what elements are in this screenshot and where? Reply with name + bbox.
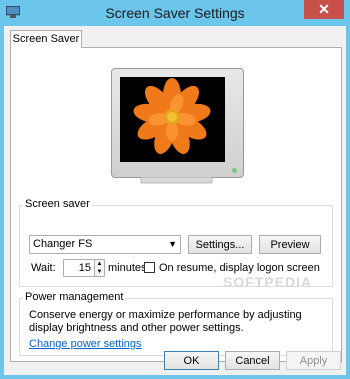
- logon-checkbox[interactable]: [144, 262, 155, 273]
- screen-saver-select[interactable]: Changer FS ▼: [29, 235, 181, 254]
- dialog-client-area: Screen Saver Screen saver Changer FS ▼ S…: [4, 26, 346, 375]
- chevron-down-icon: ▼: [168, 239, 177, 249]
- flower-image: [120, 77, 225, 162]
- tab-screen-saver[interactable]: Screen Saver: [10, 30, 82, 48]
- screen-saver-group-label: Screen saver: [23, 198, 92, 210]
- monitor-preview: [111, 68, 244, 178]
- cancel-button[interactable]: Cancel: [225, 351, 280, 370]
- wait-spinner[interactable]: ▲ ▼: [94, 259, 105, 277]
- preview-button[interactable]: Preview: [259, 235, 321, 254]
- wait-minutes-input[interactable]: 15: [63, 259, 95, 277]
- preview-screen: [120, 77, 225, 162]
- window-title: Screen Saver Settings: [105, 5, 245, 21]
- screen-saver-settings-window: Screen Saver Settings ✕ Screen Saver Scr…: [0, 0, 350, 379]
- screen-saver-tab-panel: Screen saver Changer FS ▼ Settings... Pr…: [10, 47, 342, 362]
- ok-button[interactable]: OK: [164, 351, 219, 370]
- monitor-stand: [140, 177, 213, 184]
- logon-label: On resume, display logon screen: [159, 262, 320, 274]
- apply-button[interactable]: Apply: [286, 351, 341, 370]
- watermark: SOFTPEDIA: [223, 274, 313, 290]
- power-group-label: Power management: [23, 291, 126, 303]
- change-power-settings-link[interactable]: Change power settings: [29, 338, 142, 350]
- wait-label: Wait:: [31, 262, 56, 274]
- power-description: Conserve energy or maximize performance …: [29, 309, 302, 334]
- screen-saver-selected: Changer FS: [33, 238, 93, 250]
- title-bar: Screen Saver Settings ✕: [0, 0, 350, 26]
- minutes-label: minutes: [108, 262, 147, 274]
- close-button[interactable]: ✕: [304, 0, 344, 19]
- settings-button[interactable]: Settings...: [188, 235, 252, 254]
- power-led-icon: [232, 168, 237, 173]
